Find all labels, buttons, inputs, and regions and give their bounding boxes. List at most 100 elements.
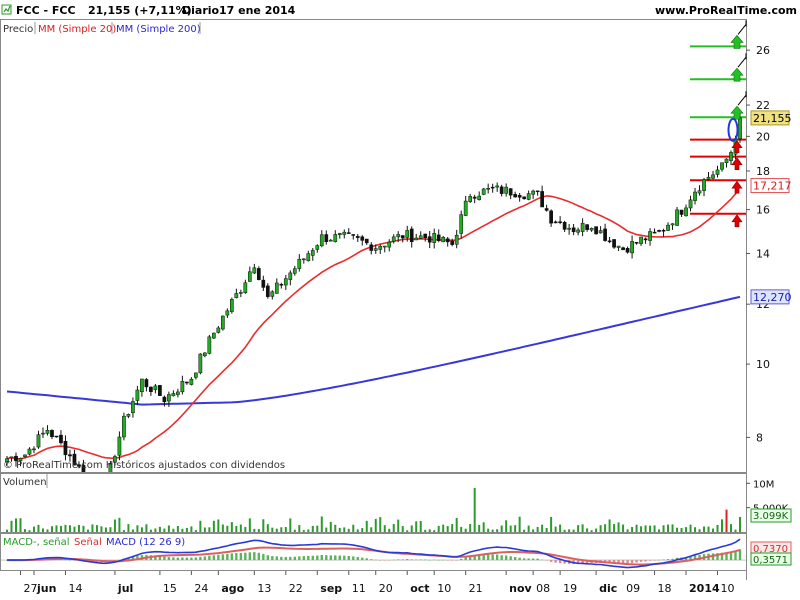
candle-body: [580, 222, 585, 232]
website-label[interactable]: www.ProRealTime.com: [655, 4, 797, 17]
candle-body: [522, 196, 526, 200]
volume-panel-frame: [0, 473, 747, 533]
candle-body: [639, 236, 643, 244]
candle-body: [445, 238, 450, 243]
macd-histogram-bar: [280, 556, 283, 561]
candle-body: [526, 193, 531, 200]
x-tick-label: 21: [469, 582, 483, 595]
volume-bar: [190, 526, 193, 532]
candle-body: [216, 327, 221, 333]
macd-histogram-bar: [307, 555, 310, 561]
volume-bar: [608, 519, 611, 532]
macd-histogram-bar: [212, 555, 216, 561]
volume-tick-label: 10M: [753, 479, 774, 490]
candle-body: [405, 230, 410, 238]
volume-bar: [527, 525, 530, 532]
candle-body: [203, 352, 207, 357]
volume-bar: [473, 488, 476, 532]
macd-histogram-bar: [334, 555, 337, 561]
volume-bar: [739, 516, 741, 532]
macd-histogram-bar: [509, 556, 512, 561]
candle-body: [621, 247, 625, 251]
volume-bar: [496, 529, 499, 532]
macd-histogram-bar: [239, 552, 243, 561]
candle-body: [346, 232, 351, 234]
candle-body: [36, 434, 41, 448]
volume-bar: [604, 524, 607, 532]
candle-body: [135, 389, 140, 401]
y-tick-label: 10: [756, 358, 770, 371]
candle-body: [423, 233, 428, 239]
volume-bar: [626, 529, 629, 532]
volume-bar: [131, 529, 134, 532]
macd-histogram-bar: [284, 556, 288, 561]
candle-body: [553, 221, 558, 224]
volume-bar: [478, 524, 481, 532]
macd-histogram-bar: [361, 557, 364, 561]
signal-value-badge-text: 0,3571: [753, 555, 788, 566]
candle-body: [283, 278, 288, 286]
candle-body: [158, 385, 162, 396]
volume-bar: [311, 525, 314, 532]
volume-bar: [221, 524, 224, 532]
volume-bar: [721, 519, 724, 532]
volume-bar: [50, 526, 53, 532]
candle-body: [567, 227, 571, 230]
volume-bar: [77, 524, 80, 532]
macd-histogram-bar: [325, 555, 328, 561]
volume-bar: [271, 527, 274, 532]
price-change: 21,155 (+7,11%): [88, 4, 192, 17]
candle-body: [144, 379, 149, 388]
macd-histogram-bar: [495, 554, 499, 561]
volume-bar: [685, 527, 688, 532]
candle-body: [657, 230, 661, 232]
macd-histogram-bar: [383, 560, 386, 561]
volume-bar: [671, 524, 674, 532]
candle-body: [711, 174, 715, 179]
macd-histogram-bar: [464, 557, 467, 561]
x-tick-label: 10: [721, 582, 735, 595]
last-price-badge-text: 21,155: [753, 112, 792, 125]
ma20-badge-text: 17,217: [753, 180, 792, 193]
volume-bar: [338, 527, 341, 532]
candle-body: [396, 234, 401, 238]
candle-body: [432, 233, 437, 243]
chart-icon-line: [3, 5, 11, 13]
macd-histogram-bar: [415, 559, 418, 561]
candle-body: [234, 293, 239, 299]
volume-bar: [491, 529, 494, 532]
candle-body: [598, 230, 603, 234]
volume-bar: [266, 524, 269, 532]
volume-bar: [370, 527, 373, 532]
volume-bar: [401, 526, 404, 532]
volume-bar: [325, 527, 328, 532]
date-label: 17 ene 2014: [219, 4, 296, 17]
candle-body: [324, 234, 329, 243]
macd-histogram-bar: [522, 558, 526, 561]
candle-body: [265, 285, 270, 297]
macd-histogram-bar: [513, 557, 517, 561]
volume-bar: [392, 524, 395, 532]
volume-bar: [320, 516, 323, 532]
volume-bar: [257, 529, 260, 532]
candle-body: [198, 353, 203, 374]
candle-body: [238, 292, 243, 294]
volume-bar: [455, 517, 458, 532]
macd-histogram-bar: [356, 557, 359, 561]
x-tick-label: 13: [257, 582, 271, 595]
volume-bar: [55, 525, 58, 532]
candle-body: [212, 332, 216, 339]
candle-body: [122, 415, 126, 438]
macd-histogram-bar: [172, 557, 175, 561]
macd-histogram-bar: [221, 554, 225, 561]
x-tick-label: sep: [320, 582, 342, 595]
volume-bar: [235, 525, 238, 532]
x-tick-label: oct: [410, 582, 429, 595]
candle-body: [207, 336, 212, 354]
volume-bar: [19, 518, 22, 532]
candle-body: [274, 282, 279, 294]
volume-bar: [631, 527, 634, 532]
candle-body: [306, 253, 311, 261]
candle-body: [603, 228, 607, 241]
candle-body: [247, 271, 252, 282]
